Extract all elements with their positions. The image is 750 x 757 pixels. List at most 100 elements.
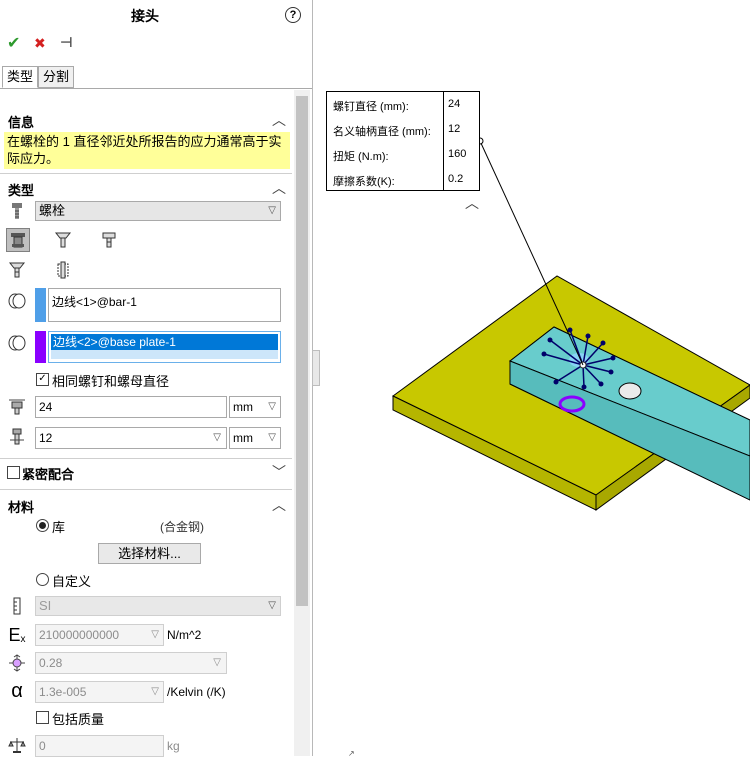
callout-value: 12: [448, 123, 461, 135]
info-section-header[interactable]: 信息 ︿: [0, 110, 292, 130]
panel-title: 接头: [131, 8, 159, 24]
include-mass-checkbox[interactable]: [36, 711, 49, 724]
type-header-label: 类型: [8, 183, 35, 198]
cancel-button[interactable]: ✖: [34, 35, 46, 52]
chevron-down-icon: ▽: [151, 629, 159, 640]
chevron-up-icon[interactable]: ︿: [272, 110, 286, 130]
countersink-screw-icon[interactable]: [6, 259, 28, 281]
material-section-header[interactable]: 材料 ︿: [0, 495, 292, 515]
chevron-up-icon[interactable]: ︿: [272, 495, 286, 515]
callout-value: 160: [448, 148, 467, 160]
chevron-down-icon: ▽: [213, 657, 221, 668]
elastic-modulus-icon: Ex: [8, 624, 26, 645]
shank-diameter-select[interactable]: 12 ▽: [35, 427, 227, 449]
chevron-down-icon: ▽: [268, 600, 276, 611]
include-mass-label: 包括质量: [52, 712, 105, 727]
elastic-modulus-unit: N/m^2: [167, 628, 202, 642]
divider: [0, 489, 292, 490]
info-header-label: 信息: [8, 115, 35, 130]
bolt-icon: [6, 200, 28, 222]
panel-resize-handle[interactable]: [312, 350, 320, 386]
edge-selection-icon: [6, 332, 28, 354]
units-value: SI: [39, 598, 52, 613]
counterbore-screw-icon[interactable]: [98, 229, 120, 251]
type-section-header[interactable]: 类型 ︿: [0, 178, 292, 198]
chevron-down-icon: ▽: [151, 686, 159, 697]
selection-color-stripe: [35, 331, 46, 363]
edge-list-1[interactable]: 边线<1>@bar-1: [48, 288, 281, 322]
mass-unit: kg: [167, 739, 180, 753]
units-select[interactable]: SI ▽: [35, 596, 281, 616]
callout-row: 摩擦系数(K): 0.2: [327, 167, 479, 192]
same-diameter-checkbox[interactable]: ✓: [36, 373, 49, 386]
callout-row: 扭矩 (N.m): 160: [327, 142, 479, 167]
library-label: 库: [52, 520, 66, 535]
tab-split[interactable]: 分割: [38, 66, 74, 88]
poisson-ratio-icon: [6, 652, 28, 674]
list-empty-row: [51, 350, 278, 359]
foundation-bolt-icon[interactable]: [52, 259, 74, 281]
shank-diameter-icon: [6, 426, 28, 448]
units-icon: [6, 595, 28, 617]
shank-diameter-unit-select[interactable]: mm ▽: [229, 427, 281, 449]
scrollbar-thumb[interactable]: [296, 96, 308, 606]
tight-fit-checkbox[interactable]: [7, 466, 20, 479]
tab-type[interactable]: 类型: [2, 66, 38, 88]
select-material-button[interactable]: 选择材料...: [98, 543, 201, 564]
mass-input[interactable]: 0: [35, 735, 164, 757]
help-icon[interactable]: ?: [285, 7, 301, 23]
mass-scale-icon: [6, 734, 28, 756]
divider: [0, 173, 292, 174]
head-diameter-unit-select[interactable]: mm ▽: [229, 396, 281, 418]
thermal-expansion-unit: /Kelvin (/K): [167, 685, 226, 699]
head-diameter-input[interactable]: 24: [35, 396, 227, 418]
callout-label: 扭矩 (N.m):: [333, 151, 389, 163]
pin-icon[interactable]: ⊣: [60, 34, 73, 51]
unit-value: mm: [233, 431, 253, 445]
unit-value: mm: [233, 400, 253, 414]
callout-collapse-icon[interactable]: ︿: [465, 195, 479, 211]
divider: [0, 458, 292, 459]
callout-label: 名义轴柄直径 (mm):: [333, 126, 431, 138]
ok-button[interactable]: ✔: [7, 33, 20, 53]
edge-list-2[interactable]: 边线<2>@base plate-1: [48, 331, 281, 363]
thermal-expansion-value: 1.3e-005: [39, 685, 87, 699]
chevron-up-icon[interactable]: ︿: [272, 178, 286, 198]
info-message: 在螺栓的 1 直径邻近处所报告的应力通常高于实际应力。: [4, 132, 290, 169]
connector-type-value: 螺栓: [39, 203, 66, 218]
elastic-modulus-value: 210000000000: [39, 628, 120, 642]
thermal-expansion-icon: α: [11, 679, 23, 702]
chevron-down-icon: ▽: [268, 432, 276, 443]
edge-list-item-selected[interactable]: 边线<2>@base plate-1: [51, 334, 278, 350]
callout-label: 摩擦系数(K):: [333, 176, 395, 188]
connector-type-select[interactable]: 螺栓 ▽: [35, 201, 281, 221]
callout-label: 螺钉直径 (mm):: [333, 101, 409, 113]
callout-row: 名义轴柄直径 (mm): 12: [327, 117, 479, 142]
countersink-nut-icon[interactable]: [52, 229, 74, 251]
chevron-down-icon[interactable]: ﹀: [272, 462, 286, 482]
selection-color-stripe: [35, 288, 46, 322]
property-manager-panel: 接头 ? ✔ ✖ ⊣ 类型 分割 信息 ︿ 在螺栓的 1 直径邻近处所报告的应力…: [0, 0, 313, 757]
chevron-down-icon: ▽: [268, 401, 276, 412]
material-header-label: 材料: [8, 500, 35, 515]
chevron-down-icon: ▽: [213, 432, 221, 443]
custom-label: 自定义: [52, 574, 92, 589]
poisson-ratio-select[interactable]: 0.28 ▽: [35, 652, 227, 674]
callout-row: 螺钉直径 (mm): 24: [327, 92, 479, 117]
callout-value: 24: [448, 98, 461, 110]
tight-fit-label: 紧密配合: [22, 467, 75, 482]
axis-fragment-icon: ↗: [348, 749, 355, 756]
poisson-ratio-value: 0.28: [39, 656, 63, 670]
shank-diameter-value: 12: [39, 431, 53, 445]
edge-list-item[interactable]: 边线<1>@bar-1: [52, 293, 137, 310]
thermal-expansion-select[interactable]: 1.3e-005 ▽: [35, 681, 164, 703]
tab-divider: [0, 88, 312, 89]
counterbore-nut-icon[interactable]: [6, 228, 30, 252]
head-diameter-icon: [6, 395, 28, 417]
elastic-modulus-select[interactable]: 210000000000 ▽: [35, 624, 164, 646]
library-radio[interactable]: [36, 519, 49, 532]
custom-radio[interactable]: [36, 573, 49, 586]
bolt-callout-table: 螺钉直径 (mm): 24 名义轴柄直径 (mm): 12 扭矩 (N.m): …: [326, 91, 480, 191]
chevron-down-icon: ▽: [268, 205, 276, 216]
tight-fit-section-header[interactable]: 紧密配合 ﹀: [0, 462, 292, 482]
